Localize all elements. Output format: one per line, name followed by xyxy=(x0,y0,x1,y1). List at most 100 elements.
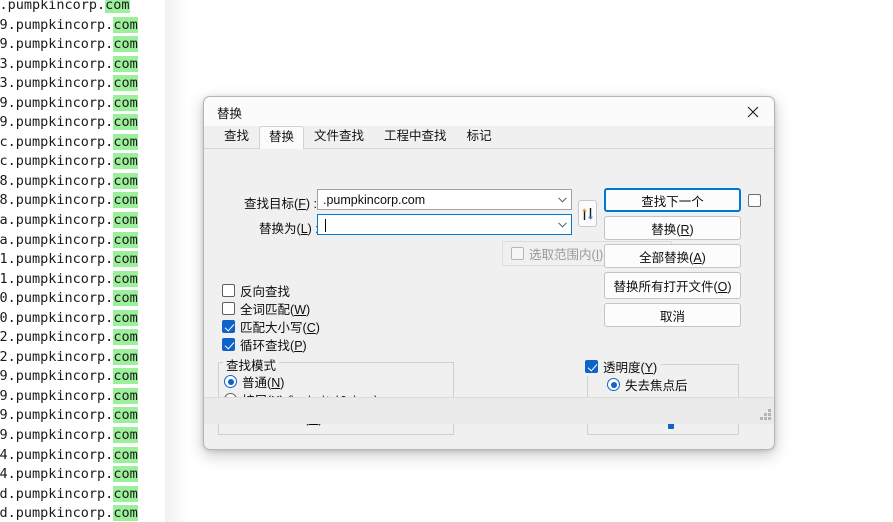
dialog-titlebar[interactable]: 替换 xyxy=(204,97,774,126)
resize-grip[interactable] xyxy=(759,409,771,421)
replace-with-input[interactable] xyxy=(318,217,553,232)
search-match-highlight: com xyxy=(113,114,138,131)
editor-line: f6472.pumpkincorp.com xyxy=(0,348,138,365)
find-target-combo[interactable]: .pumpkincorp.com xyxy=(317,189,572,210)
search-match-highlight: com xyxy=(113,348,138,365)
transparency-checkbox[interactable]: 透明度(Y) xyxy=(585,357,662,376)
editor-line: a15b4.pumpkincorp.com xyxy=(0,446,138,463)
search-match-highlight: com xyxy=(113,192,138,209)
editor-line: 37ac8.pumpkincorp.com xyxy=(0,192,138,209)
radio-box xyxy=(224,375,237,388)
replace-all-open-files-button[interactable]: 替换所有打开文件(O) xyxy=(604,272,741,299)
transparency-option-label: 失去焦点后 xyxy=(625,379,688,393)
editor-line: a3669.pumpkincorp.com xyxy=(0,407,138,424)
editor-line: a3669.pumpkincorp.com xyxy=(0,427,138,444)
find-target-input[interactable]: .pumpkincorp.com xyxy=(318,193,553,207)
editor-line: 935ad.pumpkincorp.com xyxy=(0,485,138,502)
search-match-highlight: com xyxy=(113,36,138,53)
dialog-tabstrip: 查找 替换 文件查找 工程中查找 标记 xyxy=(204,126,774,149)
search-match-highlight: com xyxy=(113,466,138,483)
editor-line: 00000.pumpkincorp.com xyxy=(0,290,138,307)
search-match-highlight: com xyxy=(105,0,130,13)
checkbox-box xyxy=(222,320,235,333)
dialog-footer xyxy=(204,397,774,424)
editor-line: 0aca9.pumpkincorp.com xyxy=(0,94,138,111)
tab-4[interactable]: 标记 xyxy=(457,126,502,148)
chevron-down-icon xyxy=(557,221,567,228)
option-label: 反向查找 xyxy=(240,285,291,299)
search-match-highlight: com xyxy=(113,212,138,229)
cancel-button[interactable]: 取消 xyxy=(604,303,741,327)
option-backward-search[interactable]: 反向查找 xyxy=(222,281,290,300)
screen: ca7b.pumpkincorp.com 23aa9.pumpkincorp.co… xyxy=(0,0,893,522)
editor-line: 30501.pumpkincorp.com xyxy=(0,251,138,268)
option-whole-word[interactable]: 全词匹配(W) xyxy=(222,299,310,318)
editor-line: 935ad.pumpkincorp.com xyxy=(0,505,138,522)
editor-line: a15b4.pumpkincorp.com xyxy=(0,466,138,483)
replace-with-combo[interactable] xyxy=(317,214,572,235)
find-next-button[interactable]: 查找下一个 xyxy=(604,188,741,212)
search-match-highlight: com xyxy=(113,133,138,150)
tab-list: 查找 替换 文件查找 工程中查找 标记 xyxy=(214,126,502,149)
search-match-highlight: com xyxy=(113,55,138,72)
tab-3[interactable]: 工程中查找 xyxy=(374,126,457,148)
cancel-label: 取消 xyxy=(659,309,685,324)
replace-dialog: 替换 查找 替换 文件查找 工程中查找 标记 查找目标(F) : .pumpkincor… xyxy=(203,96,775,450)
option-match-case[interactable]: 匹配大小写(C) xyxy=(222,317,320,336)
find-next-extra-checkbox[interactable] xyxy=(748,194,761,207)
search-match-highlight: com xyxy=(113,309,138,326)
search-match-highlight: com xyxy=(113,505,138,522)
search-match-highlight: com xyxy=(113,251,138,268)
replace-all-button[interactable]: 全部替换(A) xyxy=(604,244,741,268)
checkbox-box xyxy=(222,338,235,351)
find-next-label: 查找下一个 xyxy=(641,194,704,209)
dialog-title: 替换 xyxy=(217,107,243,121)
in-selection-label: 选取范围内(I) xyxy=(529,248,604,262)
in-selection-checkbox[interactable]: 选取范围内(I) xyxy=(511,244,603,263)
swap-up-down-icon xyxy=(582,207,593,220)
search-mode-normal[interactable]: 普通(N) xyxy=(224,372,284,391)
find-target-dropdown-arrow[interactable] xyxy=(553,196,571,203)
search-match-highlight: com xyxy=(113,75,138,92)
search-match-highlight: com xyxy=(113,485,138,502)
editor-line: 00000.pumpkincorp.com xyxy=(0,309,138,326)
editor-line: f6472.pumpkincorp.com xyxy=(0,329,138,346)
dialog-body: 查找目标(F) : .pumpkincorp.com 替换为(L) : 选取范围… xyxy=(204,149,774,435)
editor-line: ca7b.pumpkincorp.com xyxy=(0,0,138,16)
search-match-highlight: com xyxy=(113,94,138,111)
checkbox-box xyxy=(222,302,235,315)
editor-line: 4b12a.pumpkincorp.com xyxy=(0,212,138,229)
editor-line: 37ac8.pumpkincorp.com xyxy=(0,172,138,189)
close-button[interactable] xyxy=(732,97,774,126)
search-match-highlight: com xyxy=(113,387,138,404)
search-match-highlight: com xyxy=(113,368,138,385)
swap-fields-button[interactable] xyxy=(578,200,597,227)
checkbox-box xyxy=(222,284,235,297)
tab-2[interactable]: 文件查找 xyxy=(304,126,374,148)
tab-0[interactable]: 查找 xyxy=(214,126,259,148)
option-label: 匹配大小写(C) xyxy=(240,321,320,335)
checkbox-box xyxy=(585,360,598,373)
checkbox-box xyxy=(511,247,524,260)
editor-line: 6de69.pumpkincorp.com xyxy=(0,368,138,385)
chevron-down-icon xyxy=(557,196,567,203)
search-match-highlight: com xyxy=(113,446,138,463)
transparency-on-lose-focus[interactable]: 失去焦点后 xyxy=(607,375,688,394)
editor-line: 23aa9.pumpkincorp.com xyxy=(0,36,138,53)
editor-line: 30501.pumpkincorp.com xyxy=(0,270,138,287)
editor-line: 2fd3c.pumpkincorp.com xyxy=(0,153,138,170)
editor-line: 6de69.pumpkincorp.com xyxy=(0,387,138,404)
editor-line: 0aca9.pumpkincorp.com xyxy=(0,114,138,131)
search-match-highlight: com xyxy=(113,16,138,33)
search-match-highlight: com xyxy=(113,329,138,346)
search-match-highlight: com xyxy=(113,172,138,189)
replace-label: 替换(R) xyxy=(651,222,694,237)
search-match-highlight: com xyxy=(113,270,138,287)
option-wrap-around[interactable]: 循环查找(P) xyxy=(222,335,307,354)
replace-all-open-files-label: 替换所有打开文件(O) xyxy=(613,280,732,294)
find-target-label: 查找目标(F) : xyxy=(244,197,317,211)
tab-1[interactable]: 替换 xyxy=(259,126,305,149)
editor-line: 4b12a.pumpkincorp.com xyxy=(0,231,138,248)
replace-with-dropdown-arrow[interactable] xyxy=(553,221,571,228)
replace-button[interactable]: 替换(R) xyxy=(604,216,741,240)
